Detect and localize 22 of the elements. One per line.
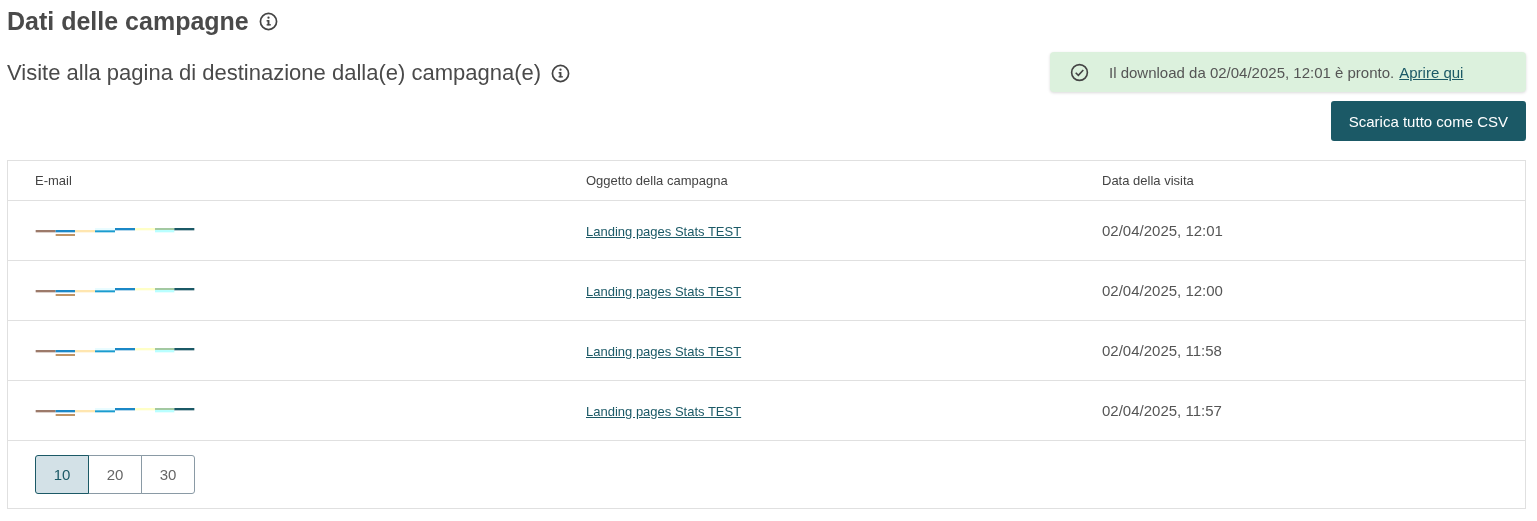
- column-header: Oggetto della campagna: [585, 173, 729, 188]
- column-header: Data della visita: [1101, 173, 1195, 188]
- page-size-button[interactable]: 20: [88, 455, 142, 494]
- alert-message: Il download da 02/04/2025, 12:01 è pronto.: [1109, 63, 1395, 81]
- visit-date: 02/04/2025, 12:00: [1101, 282, 1224, 299]
- page-size-button[interactable]: 10: [35, 455, 89, 494]
- info-icon[interactable]: [551, 63, 571, 83]
- visit-date: 02/04/2025, 11:58: [1101, 342, 1223, 359]
- section-title: Visite alla pagina di destinazione dalla(e) campagna(e): [7, 60, 542, 86]
- check-circle-icon: [1070, 62, 1089, 82]
- campaign-link[interactable]: Landing pages Stats TEST: [586, 223, 742, 239]
- campaign-link[interactable]: Landing pages Stats TEST: [586, 343, 742, 359]
- campaign-link[interactable]: Landing pages Stats TEST: [586, 283, 742, 299]
- campaign-link[interactable]: Landing pages Stats TEST: [586, 403, 742, 419]
- page-title: Dati delle campagne: [7, 6, 249, 36]
- visit-date: 02/04/2025, 11:57: [1101, 402, 1223, 419]
- open-link[interactable]: Aprire qui: [1399, 63, 1464, 81]
- visit-date: 02/04/2025, 12:01: [1101, 222, 1224, 239]
- info-icon[interactable]: [258, 11, 278, 31]
- column-header: E-mail: [34, 173, 73, 188]
- download-csv-button[interactable]: Scarica tutto come CSV: [1330, 101, 1526, 141]
- page-size-button[interactable]: 30: [141, 455, 195, 494]
